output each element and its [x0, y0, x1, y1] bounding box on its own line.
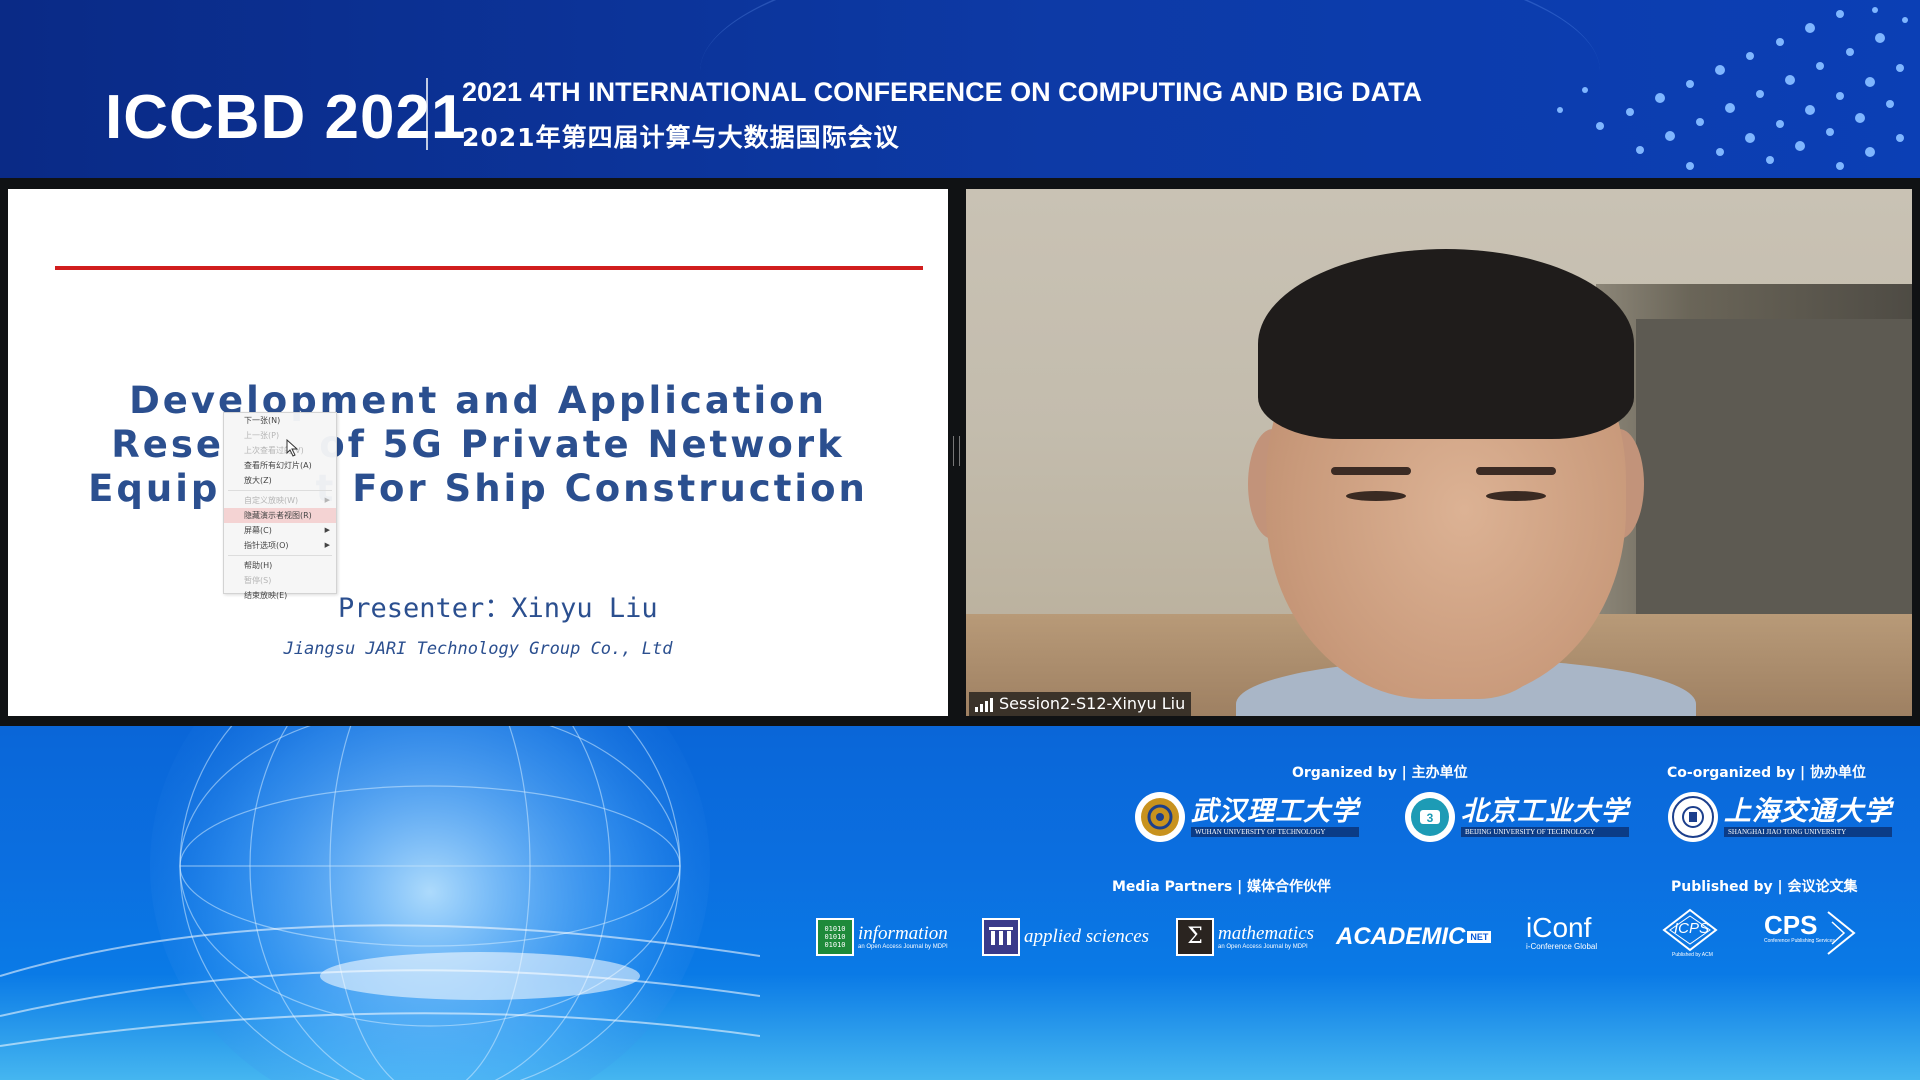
menu-item-end-show[interactable]: 结束放映(E) — [224, 588, 336, 603]
slideshow-context-menu[interactable]: 下一张(N) 上一张(P) 上次查看过的(V) 查看所有幻灯片(A) 放大(Z)… — [223, 412, 337, 600]
university-seal-icon: 3 — [1405, 792, 1455, 842]
co-organizer-name-en: SHANGHAI JIAO TONG UNIVERSITY — [1724, 827, 1892, 837]
conference-title-english: 2021 4TH INTERNATIONAL CONFERENCE ON COM… — [462, 77, 1423, 107]
menu-item-label: 自定义放映(W) — [244, 496, 299, 505]
menu-separator — [228, 555, 332, 556]
menu-item-previous[interactable]: 上一张(P) — [224, 428, 336, 443]
organizer-name-en: BEIJING UNIVERSITY OF TECHNOLOGY — [1461, 827, 1629, 837]
presenter-eye — [1486, 491, 1546, 501]
conference-header-banner: ICCBD 2021 2021 4TH INTERNATIONAL CONFER… — [0, 0, 1920, 178]
slide-title-line: Rese of 5G Private Network — [111, 423, 845, 466]
media-partner-subtitle: an Open Access Journal by MDPI — [858, 944, 948, 950]
applied-sciences-journal-icon — [982, 918, 1020, 956]
slide-title: Development and Application Rese of 5G P… — [8, 379, 948, 511]
publisher-icps: ICPS Published by ACM — [1660, 908, 1720, 964]
conference-footer-banner: Organized by | 主办单位 Co-organized by | 协办… — [0, 726, 1920, 1080]
mathematics-journal-icon: Σ — [1176, 918, 1214, 956]
media-partner-name: iConf — [1526, 912, 1592, 943]
presenter-brow — [1331, 467, 1411, 475]
organizer-logo-whut: 武汉理工大学 WUHAN UNIVERSITY OF TECHNOLOGY — [1135, 792, 1359, 842]
media-partner-iconf: iConf i-Conference Global — [1526, 912, 1598, 952]
media-partner-mathematics: Σ mathematics an Open Access Journal by … — [1176, 918, 1314, 956]
slide-red-rule — [55, 266, 923, 270]
publisher-subtitle: Published by ACM — [1672, 952, 1713, 958]
presenter-eye — [1346, 491, 1406, 501]
menu-item-screen[interactable]: 屏幕(C) ▶ — [224, 523, 336, 538]
co-organizer-name-cn: 上海交通大学 — [1724, 796, 1892, 827]
submenu-arrow-icon: ▶ — [324, 496, 330, 504]
media-partner-applied-sciences: applied sciences — [982, 918, 1149, 956]
co-organized-by-label: Co-organized by | 协办单位 — [1667, 765, 1867, 781]
header-divider — [426, 78, 428, 150]
panel-resize-handle[interactable] — [953, 436, 960, 466]
media-partner-name: mathematics — [1218, 923, 1315, 944]
media-partner-information: 01010 01010 01010 information an Open Acce… — [816, 918, 948, 956]
event-brand-title: ICCBD 2021 — [105, 83, 467, 152]
presenter-hair — [1258, 249, 1634, 439]
media-partner-academic-net: ACADEMIC NET — [1336, 923, 1492, 951]
organizer-logo-bjut: 3 北京工业大学 BEIJING UNIVERSITY OF TECHNOLOG… — [1405, 792, 1629, 842]
media-partner-badge: NET — [1467, 931, 1492, 943]
published-by-label: Published by | 会议论文集 — [1671, 879, 1858, 895]
menu-item-last-viewed[interactable]: 上次查看过的(V) — [224, 443, 336, 458]
university-seal-icon — [1135, 792, 1185, 842]
signal-strength-icon — [975, 697, 995, 712]
co-organizer-logo-sjtu: 上海交通大学 SHANGHAI JIAO TONG UNIVERSITY — [1668, 792, 1892, 842]
submenu-arrow-icon: ▶ — [324, 526, 330, 534]
media-partner-name: applied sciences — [1024, 926, 1150, 947]
participant-name-tag: Session2-S12-Xinyu Liu — [969, 692, 1192, 716]
sigma-icon: Σ — [1187, 924, 1203, 949]
slide-presenter: Presenter：Xinyu Liu — [338, 593, 658, 624]
menu-item-see-all-slides[interactable]: 查看所有幻灯片(A) — [224, 458, 336, 473]
media-partner-subtitle: an Open Access Journal by MDPI — [1218, 944, 1308, 950]
organizer-name-cn: 武汉理工大学 — [1191, 796, 1359, 827]
globe-network-decoration — [0, 726, 760, 1080]
slide-title-line: Equip t For Ship Construction — [88, 467, 868, 510]
organizer-name-cn: 北京工业大学 — [1461, 796, 1629, 827]
menu-item-hide-presenter-view[interactable]: 隐藏演示者视图(R) — [224, 508, 336, 523]
meeting-video-area: Development and Application Rese of 5G P… — [0, 178, 1920, 726]
presenter-brow — [1476, 467, 1556, 475]
participant-name: Session2-S12-Xinyu Liu — [999, 694, 1186, 713]
submenu-arrow-icon: ▶ — [324, 541, 330, 549]
media-partner-name: information — [858, 923, 948, 944]
shared-presentation-slide[interactable]: Development and Application Rese of 5G P… — [8, 189, 948, 716]
menu-item-zoom[interactable]: 放大(Z) — [224, 473, 336, 488]
menu-item-pointer-options[interactable]: 指针选项(O) ▶ — [224, 538, 336, 553]
slide-title-line: Development and Application — [129, 379, 827, 422]
presenter-camera-feed — [966, 189, 1912, 716]
svg-text:3: 3 — [1427, 811, 1434, 825]
conference-title-chinese: 2021年第四届计算与大数据国际会议 — [462, 123, 900, 152]
menu-item-next[interactable]: 下一张(N) — [224, 413, 336, 428]
media-partner-subtitle: i-Conference Global — [1526, 942, 1598, 951]
menu-item-custom-show[interactable]: 自定义放映(W) ▶ — [224, 493, 336, 508]
organizer-name-en: WUHAN UNIVERSITY OF TECHNOLOGY — [1191, 827, 1359, 837]
publisher-name: ICPS — [1674, 920, 1710, 937]
menu-item-help[interactable]: 帮助(H) — [224, 558, 336, 573]
menu-separator — [228, 490, 332, 491]
organized-by-label: Organized by | 主办单位 — [1292, 765, 1468, 781]
slide-company: Jiangsu JARI Technology Group Co., Ltd — [283, 639, 673, 659]
media-partners-label: Media Partners | 媒体合作伙伴 — [1112, 879, 1332, 895]
university-seal-icon — [1668, 792, 1718, 842]
cps-diamond-icon — [1827, 911, 1856, 955]
menu-item-label: 屏幕(C) — [244, 526, 272, 535]
header-dot-pattern — [1557, 7, 1908, 170]
menu-item-label: 指针选项(O) — [244, 541, 289, 550]
mouse-cursor-icon — [286, 439, 299, 457]
menu-item-pause[interactable]: 暂停(S) — [224, 573, 336, 588]
information-journal-icon: 01010 01010 01010 — [816, 918, 854, 956]
media-partner-name: ACADEMIC — [1336, 923, 1466, 950]
